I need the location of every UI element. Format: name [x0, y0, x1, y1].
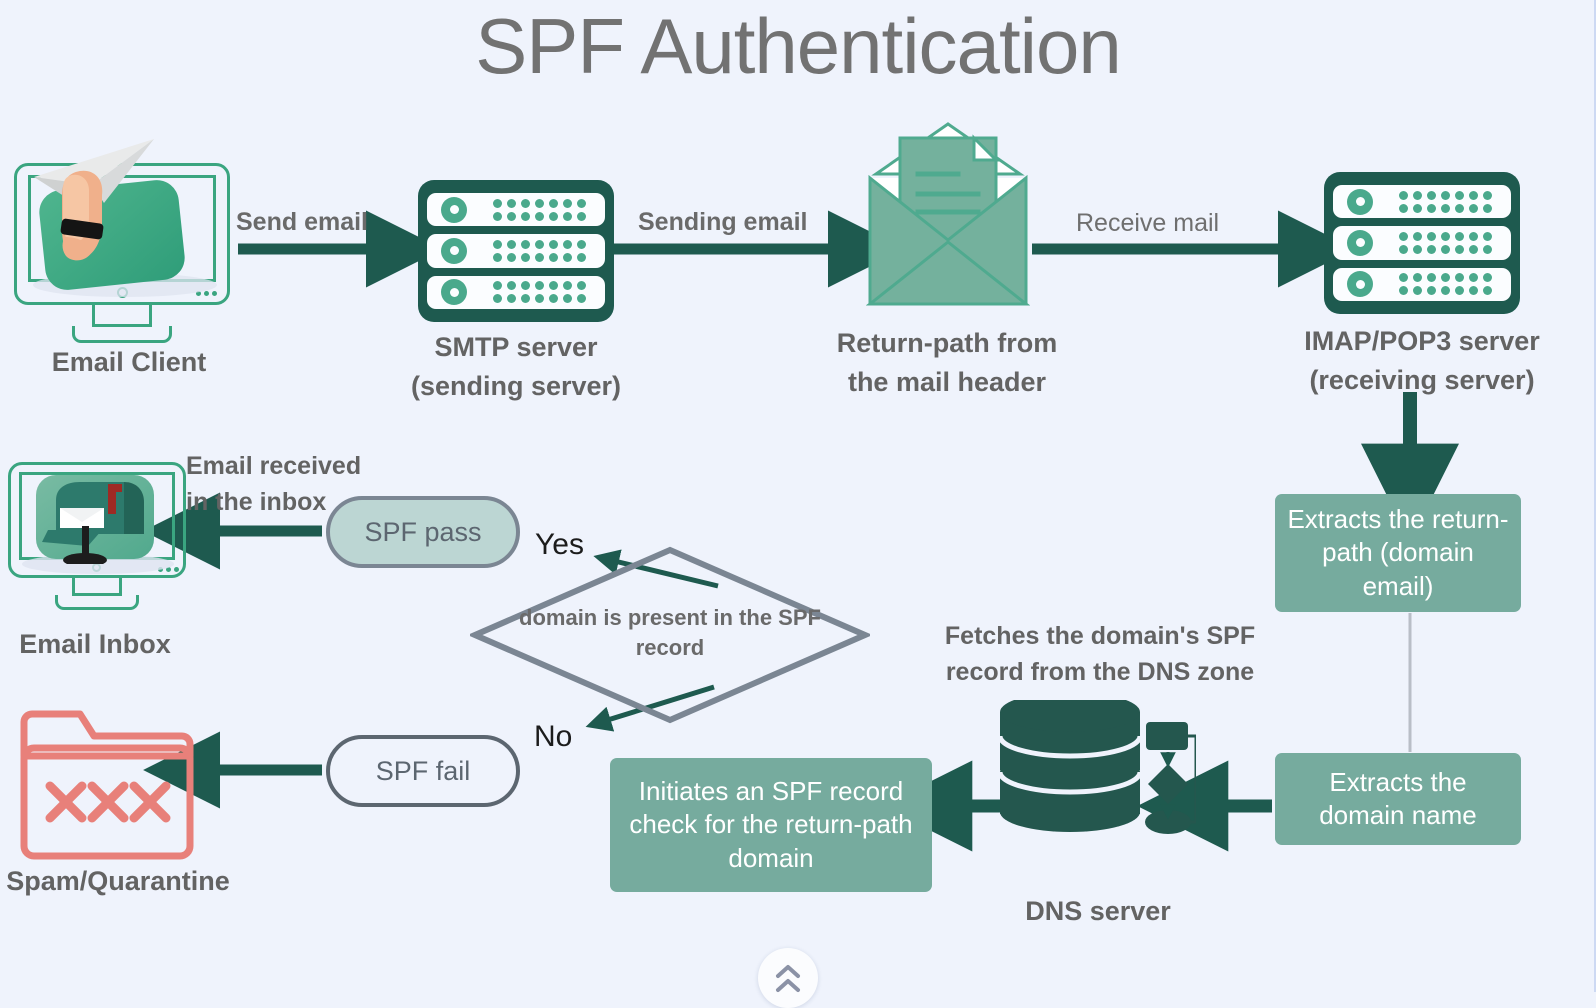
edge-label-sending-email: Sending email [638, 208, 808, 236]
initiate-spf-check-box: Initiates an SPF record check for the re… [610, 758, 932, 892]
hand-icon [60, 170, 104, 261]
fetches-spf-label: Fetches the domain's SPF record from the… [930, 618, 1270, 691]
email-received-label-line1: Email received [186, 452, 362, 480]
open-envelope-icon [866, 122, 1030, 306]
email-inbox-label: Email Inbox [19, 629, 171, 659]
dns-server-label: DNS server [1025, 896, 1171, 926]
spam-quarantine-icon [20, 710, 194, 860]
branch-label-yes: Yes [535, 528, 584, 561]
edge-label-send-email: Send email [236, 208, 368, 236]
imap-pop3-server-icon [1324, 172, 1520, 314]
imap-pop3-server-label-line2: (receiving server) [1309, 365, 1535, 396]
page-title: SPF Authentication [475, 2, 1121, 90]
chevron-up-icon [776, 965, 800, 992]
extract-domain-name-box: Extracts the domain name [1275, 753, 1521, 845]
fetches-spf-label-line1: Fetches the domain's SPF [944, 622, 1256, 650]
imap-pop3-server-label: IMAP/POP3 server (receiving server) [1286, 322, 1558, 400]
smtp-server-label: SMTP server (sending server) [396, 328, 636, 406]
spam-quarantine-label: Spam/Quarantine [6, 866, 230, 896]
decision-diamond-label: domain is present in the SPF record [519, 605, 821, 660]
extract-return-path-box: Extracts the return-path (domain email) [1275, 494, 1521, 612]
email-inbox-icon [8, 462, 186, 610]
scroll-to-top-button[interactable] [758, 948, 818, 1008]
return-path-label-line1: Return-path from [836, 328, 1058, 358]
smtp-server-icon [418, 180, 614, 322]
spf-fail-node: SPF fail [326, 735, 520, 807]
branch-label-no: No [534, 720, 573, 753]
imap-pop3-server-label-line1: IMAP/POP3 server [1304, 326, 1540, 356]
smtp-server-label-line1: SMTP server [434, 332, 598, 362]
edge-label-receive-mail: Receive mail [1076, 209, 1220, 237]
return-path-label-line2: the mail header [847, 367, 1047, 398]
return-path-label: Return-path from the mail header [822, 324, 1072, 402]
email-received-label-line2: in the inbox [186, 488, 327, 517]
email-client-icon [14, 139, 230, 343]
email-client-label: Email Client [51, 347, 207, 377]
diagram-canvas: SPF Authentication Email Client SMTP ser… [0, 0, 1596, 1008]
dns-server-icon [1000, 700, 1196, 834]
mailbox-icon [42, 482, 144, 564]
email-received-label: Email received in the inbox [186, 448, 386, 521]
decision-diamond: domain is present in the SPF record [470, 545, 870, 725]
smtp-server-label-line2: (sending server) [410, 371, 622, 402]
fetches-spf-label-line2: record from the DNS zone [945, 658, 1255, 687]
